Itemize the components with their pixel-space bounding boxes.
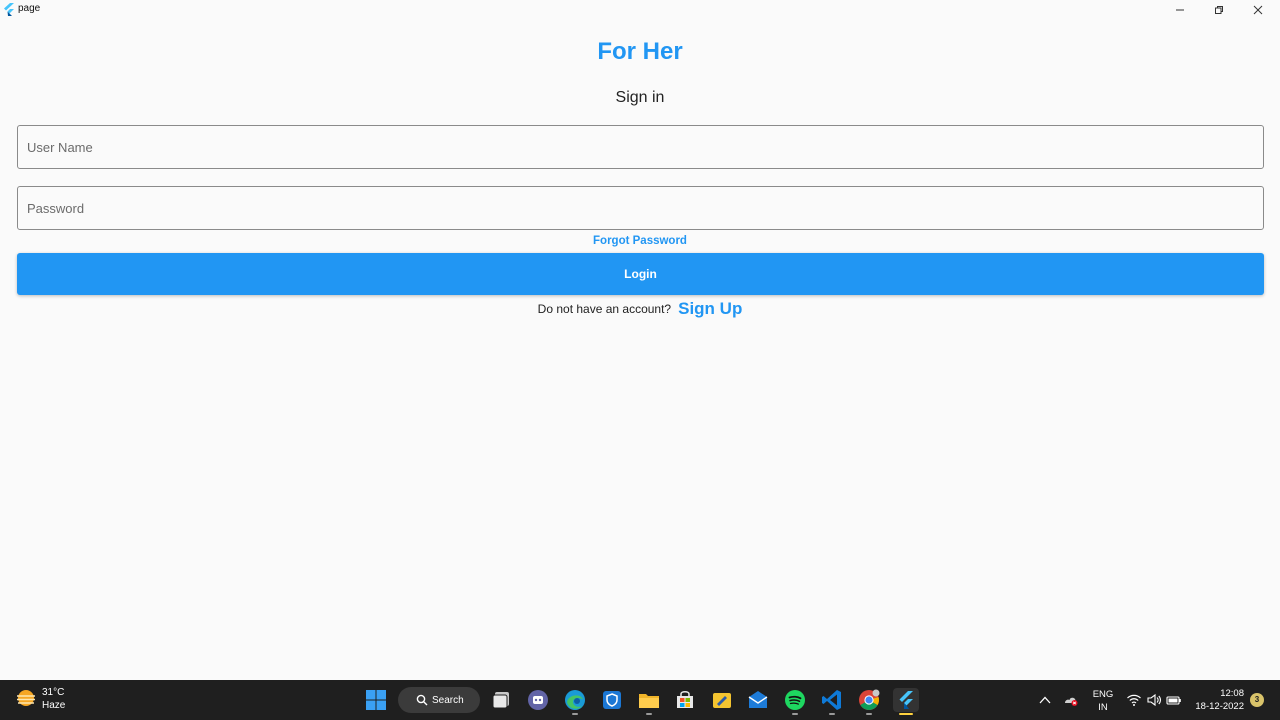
close-button[interactable] [1239, 0, 1277, 19]
tray-overflow-button[interactable] [1037, 692, 1053, 708]
notification-badge[interactable]: 3 [1250, 693, 1264, 707]
page-subtitle: Sign in [615, 89, 665, 106]
defender-icon [603, 691, 621, 709]
taskbar-chat[interactable] [526, 688, 550, 712]
task-view-icon [492, 692, 509, 709]
language-line1: ENG [1092, 689, 1114, 700]
taskbar-chrome[interactable] [857, 688, 881, 712]
language-line2: IN [1098, 702, 1108, 713]
taskbar-file-explorer[interactable] [637, 688, 661, 712]
search-icon [416, 694, 428, 706]
mail-icon [748, 691, 768, 708]
taskbar-sticky-folder[interactable] [710, 688, 734, 712]
sticky-folder-icon [713, 693, 731, 708]
password-input[interactable] [17, 186, 1264, 230]
file-explorer-icon [639, 694, 659, 708]
hazy-sun-icon [17, 690, 35, 706]
username-input[interactable] [17, 125, 1264, 169]
vscode-icon [822, 690, 841, 710]
spotify-running-indicator [792, 713, 798, 715]
explorer-running-indicator [646, 713, 652, 715]
taskbar-store[interactable] [673, 688, 697, 712]
window-title: page [18, 3, 41, 14]
weather-condition: Haze [42, 700, 66, 711]
close-icon [1253, 5, 1263, 14]
onedrive-error-icon [1065, 697, 1078, 706]
clock-time: 12:08 [1220, 688, 1244, 699]
clock-date: 18-12-2022 [1195, 701, 1244, 712]
taskbar-spotify[interactable] [783, 688, 807, 712]
signup-question: Do not have an account? [537, 302, 672, 316]
tray-battery[interactable] [1166, 692, 1182, 708]
login-button[interactable]: Login [17, 253, 1264, 295]
spotify-icon [785, 690, 805, 710]
taskbar-mail[interactable] [746, 688, 770, 712]
chrome-running-indicator [866, 713, 872, 715]
chrome-icon [859, 689, 880, 710]
edge-icon [565, 690, 585, 710]
taskbar-flutter-app[interactable] [893, 688, 919, 712]
volume-icon [1147, 693, 1161, 707]
chevron-up-icon [1039, 696, 1051, 704]
signup-link[interactable]: Sign Up [678, 299, 742, 319]
edge-running-indicator [572, 713, 578, 715]
forgot-password-link[interactable]: Forgot Password [0, 235, 1280, 247]
vscode-running-indicator [829, 713, 835, 715]
taskbar-vscode[interactable] [820, 688, 844, 712]
tray-clock[interactable]: 12:08 18-12-2022 [1188, 687, 1250, 713]
start-button[interactable] [364, 688, 388, 712]
minimize-button[interactable] [1161, 0, 1199, 19]
weather-widget[interactable]: 31°C Haze [14, 686, 65, 712]
wifi-icon [1127, 694, 1141, 706]
windows-start-icon [366, 690, 386, 710]
flutter-icon [899, 691, 913, 709]
microsoft-store-icon [677, 691, 693, 708]
teams-chat-icon [528, 690, 548, 710]
restore-icon [1215, 5, 1223, 14]
tray-wifi[interactable] [1126, 692, 1142, 708]
window-titlebar: page [0, 0, 1280, 19]
weather-temp: 31°C [42, 687, 65, 698]
taskbar-search[interactable]: Search [398, 687, 480, 713]
flutter-active-indicator [899, 713, 913, 715]
minimize-icon [1176, 9, 1184, 10]
flutter-icon [4, 3, 14, 16]
signup-row: Do not have an account? Sign Up [0, 298, 1280, 320]
restore-button[interactable] [1200, 0, 1238, 19]
taskbar-task-view[interactable] [490, 688, 514, 712]
tray-volume[interactable] [1146, 692, 1162, 708]
taskbar-edge[interactable] [563, 688, 587, 712]
battery-icon [1166, 696, 1181, 705]
tray-onedrive[interactable] [1063, 692, 1079, 708]
taskbar-defender[interactable] [600, 688, 624, 712]
search-label: Search [432, 694, 464, 706]
language-indicator[interactable]: ENG IN [1090, 688, 1116, 714]
brand-title: For Her [597, 38, 683, 65]
